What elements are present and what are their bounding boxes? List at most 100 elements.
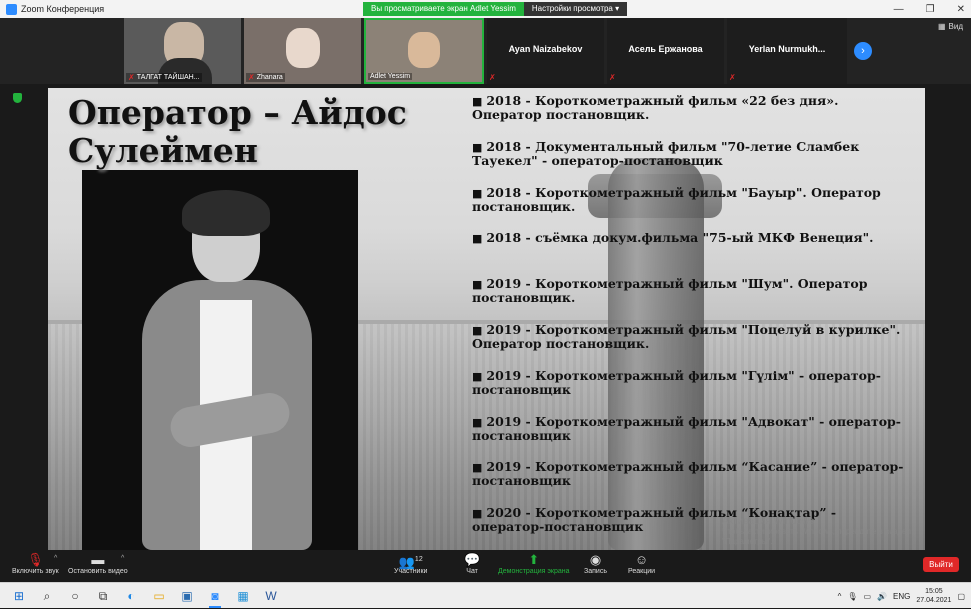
participant-video [286, 28, 320, 68]
participant-tile[interactable]: Ayan Naizabekov ✗ [487, 18, 604, 84]
notifications-icon[interactable]: ▢ [957, 592, 965, 601]
participants-icon: 👥12 [398, 554, 423, 570]
share-screen-label: Демонстрация экрана [498, 568, 570, 575]
film-item: ■ 2018 - Короткометражный фильм «22 без д… [472, 94, 912, 140]
film-item: ■ 2019 - Короткометражный фильм "Адвокат"… [472, 415, 912, 461]
emoji-reaction-icon: ☺ [634, 552, 649, 567]
reactions-button[interactable]: ☺ Реакции [628, 552, 655, 575]
system-tray: ^ 🎙 ▭ 🔊 ENG 15:05 27.04.2021 ▢ [838, 583, 965, 609]
participant-tile[interactable]: Асель Ержанова ✗ [607, 18, 724, 84]
microphone-icon[interactable]: 🎙 [847, 592, 857, 601]
participant-name: Асель Ержанова [628, 44, 703, 54]
clock[interactable]: 15:05 27.04.2021 [916, 587, 951, 605]
share-screen-icon: ⬆ [528, 552, 540, 567]
watermark-line: "Параметры". [722, 537, 773, 546]
volume-icon[interactable]: 🔊 [877, 592, 887, 601]
chat-button[interactable]: 💬 Чат [464, 552, 480, 575]
participant-name-tag: ✗ Zhanara [246, 73, 285, 82]
watermark-line: Активация Windows [722, 516, 815, 527]
task-view-icon[interactable]: ⧉ [94, 587, 112, 605]
store-icon[interactable]: ▣ [178, 587, 196, 605]
film-text: 2019 - Короткометражный фильм "Поцелуй в… [472, 321, 901, 351]
participant-strip: ✗ ТАЛГАТ ТАЙШАН... ✗ Zhanara Adlet Yessi… [0, 18, 971, 84]
film-item: ■ 2018 - съёмка докум.фильма "75-ый МКФ В… [472, 231, 912, 277]
encryption-shield-icon[interactable] [13, 93, 22, 103]
record-label: Запись [584, 568, 607, 575]
mic-muted-icon: ✗ [128, 73, 135, 82]
maximize-button[interactable]: ❐ [926, 4, 935, 15]
participants-label: Участники [394, 568, 428, 575]
record-icon: ◉ [589, 552, 602, 567]
mic-muted-icon: ✗ [248, 73, 255, 82]
participant-tile[interactable]: Yerlan Nurmukh... ✗ [727, 18, 847, 84]
participant-name-tag: ✗ ТАЛГАТ ТАЙШАН... [126, 73, 202, 82]
windows-start-icon[interactable]: ⊞ [10, 587, 28, 605]
film-item: ■ 2019 - Короткометражный фильм "Поцелуй … [472, 323, 912, 369]
participants-count: 12 [414, 556, 423, 563]
stop-video-button[interactable]: ▬ Остановить видео [68, 552, 128, 575]
presentation-slide: Оператор – Айдос Сулеймен ■ 2018 - Коротк… [48, 88, 925, 550]
network-icon[interactable]: ▭ [864, 592, 872, 601]
calculator-icon[interactable]: ▦ [234, 587, 252, 605]
window-title: Zoom Конференция [21, 4, 105, 14]
clock-time: 15:05 [925, 588, 943, 595]
film-text: 2018 - Короткометражный фильм "Бауыр". О… [472, 184, 881, 214]
bullet-icon: ■ [472, 232, 483, 246]
film-text: 2018 - съёмка докум.фильма "75-ый МКФ Ве… [486, 230, 874, 246]
share-status: Вы просматриваете экран Adlet Yessim [363, 2, 524, 16]
film-text: 2019 - Короткометражный фильм "Гүлім" - … [472, 367, 881, 397]
participants-button[interactable]: 👥12 Участники [394, 552, 427, 575]
clock-date: 27.04.2021 [916, 597, 952, 604]
portrait-hair [182, 190, 270, 236]
leave-meeting-button[interactable]: Выйти [923, 557, 959, 572]
window-controls: — ❐ ✕ [894, 0, 965, 18]
stop-video-label: Остановить видео [68, 568, 128, 575]
film-text: 2019 - Короткометражный фильм “Касание” … [472, 459, 904, 489]
participant-name-tag: Adlet Yessim [368, 73, 413, 80]
share-banner: Вы просматриваете экран Adlet Yessim Нас… [363, 2, 628, 16]
participant-name: Zhanara [256, 74, 283, 81]
unmute-button[interactable]: 🎙 Включить звук [12, 552, 59, 575]
word-icon[interactable]: W [262, 587, 280, 605]
film-item: ■ 2019 - Короткометражный фильм "Гүлім" -… [472, 369, 912, 415]
film-text: 2019 - Короткометражный фильм "Шум". Опе… [472, 276, 868, 306]
participant-name: Adlet Yessim [370, 73, 411, 80]
language-indicator[interactable]: ENG [893, 592, 910, 601]
share-screen-button[interactable]: ⬆ Демонстрация экрана [498, 552, 570, 575]
windows-taskbar: ⊞ ⌕ ○ ⧉ ◐ ▭ ▣ ◙ ▦ W ^ 🎙 ▭ 🔊 ENG 15:05 27… [0, 582, 971, 608]
show-hidden-icons-chevron-icon[interactable]: ^ [838, 592, 842, 601]
participant-name: Ayan Naizabekov [508, 44, 583, 54]
close-button[interactable]: ✕ [957, 4, 965, 15]
film-text: 2018 - Короткометражный фильм «22 без дн… [472, 93, 839, 122]
film-text: 2018 - Документальный фильм "70-летие Сл… [472, 138, 860, 168]
participant-name: Yerlan Nurmukh... [748, 44, 826, 54]
chat-label: Чат [466, 568, 478, 575]
view-button[interactable]: ▦ Вид [938, 22, 963, 31]
reactions-label: Реакции [628, 568, 656, 575]
audio-options-chevron-icon[interactable]: ^ [54, 555, 57, 562]
participant-tile[interactable]: ✗ ТАЛГАТ ТАЙШАН... [124, 18, 241, 84]
cortana-icon[interactable]: ○ [66, 587, 84, 605]
next-page-icon[interactable]: › [854, 42, 872, 60]
chat-icon: 💬 [464, 552, 481, 567]
film-item: ■ 2019 - Короткометражный фильм "Шум". Оп… [472, 277, 912, 323]
view-options-button[interactable]: Настройки просмотра ▾ [523, 2, 628, 16]
video-camera-icon: ▬ [91, 552, 105, 567]
filmography-list: ■ 2018 - Короткометражный фильм «22 без д… [472, 94, 912, 550]
film-item: ■ 2018 - Короткометражный фильм "Бауыр". … [472, 186, 912, 232]
minimize-button[interactable]: — [894, 4, 904, 15]
view-label: Вид [948, 22, 963, 31]
participant-tile[interactable]: ✗ Zhanara [244, 18, 361, 84]
film-item: ■ 2018 - Документальный фильм "70-летие С… [472, 140, 912, 186]
video-options-chevron-icon[interactable]: ^ [121, 555, 124, 562]
edge-browser-icon[interactable]: ◐ [122, 587, 140, 605]
zoom-taskbar-icon[interactable]: ◙ [206, 587, 224, 608]
meeting-toolbar: 🎙 Включить звук ^ ▬ Остановить видео ^ 👥… [0, 550, 971, 582]
mic-muted-icon: ✗ [489, 73, 496, 82]
file-explorer-icon[interactable]: ▭ [150, 587, 168, 605]
record-button[interactable]: ◉ Запись [584, 552, 607, 575]
search-icon[interactable]: ⌕ [38, 587, 56, 605]
windows-activation-watermark: Активация Windows Чтобы активировать Win… [722, 517, 911, 547]
participant-tile-active-speaker[interactable]: Adlet Yessim [364, 18, 484, 84]
film-item: ■ 2019 - Короткометражный фильм “Касание”… [472, 460, 912, 506]
